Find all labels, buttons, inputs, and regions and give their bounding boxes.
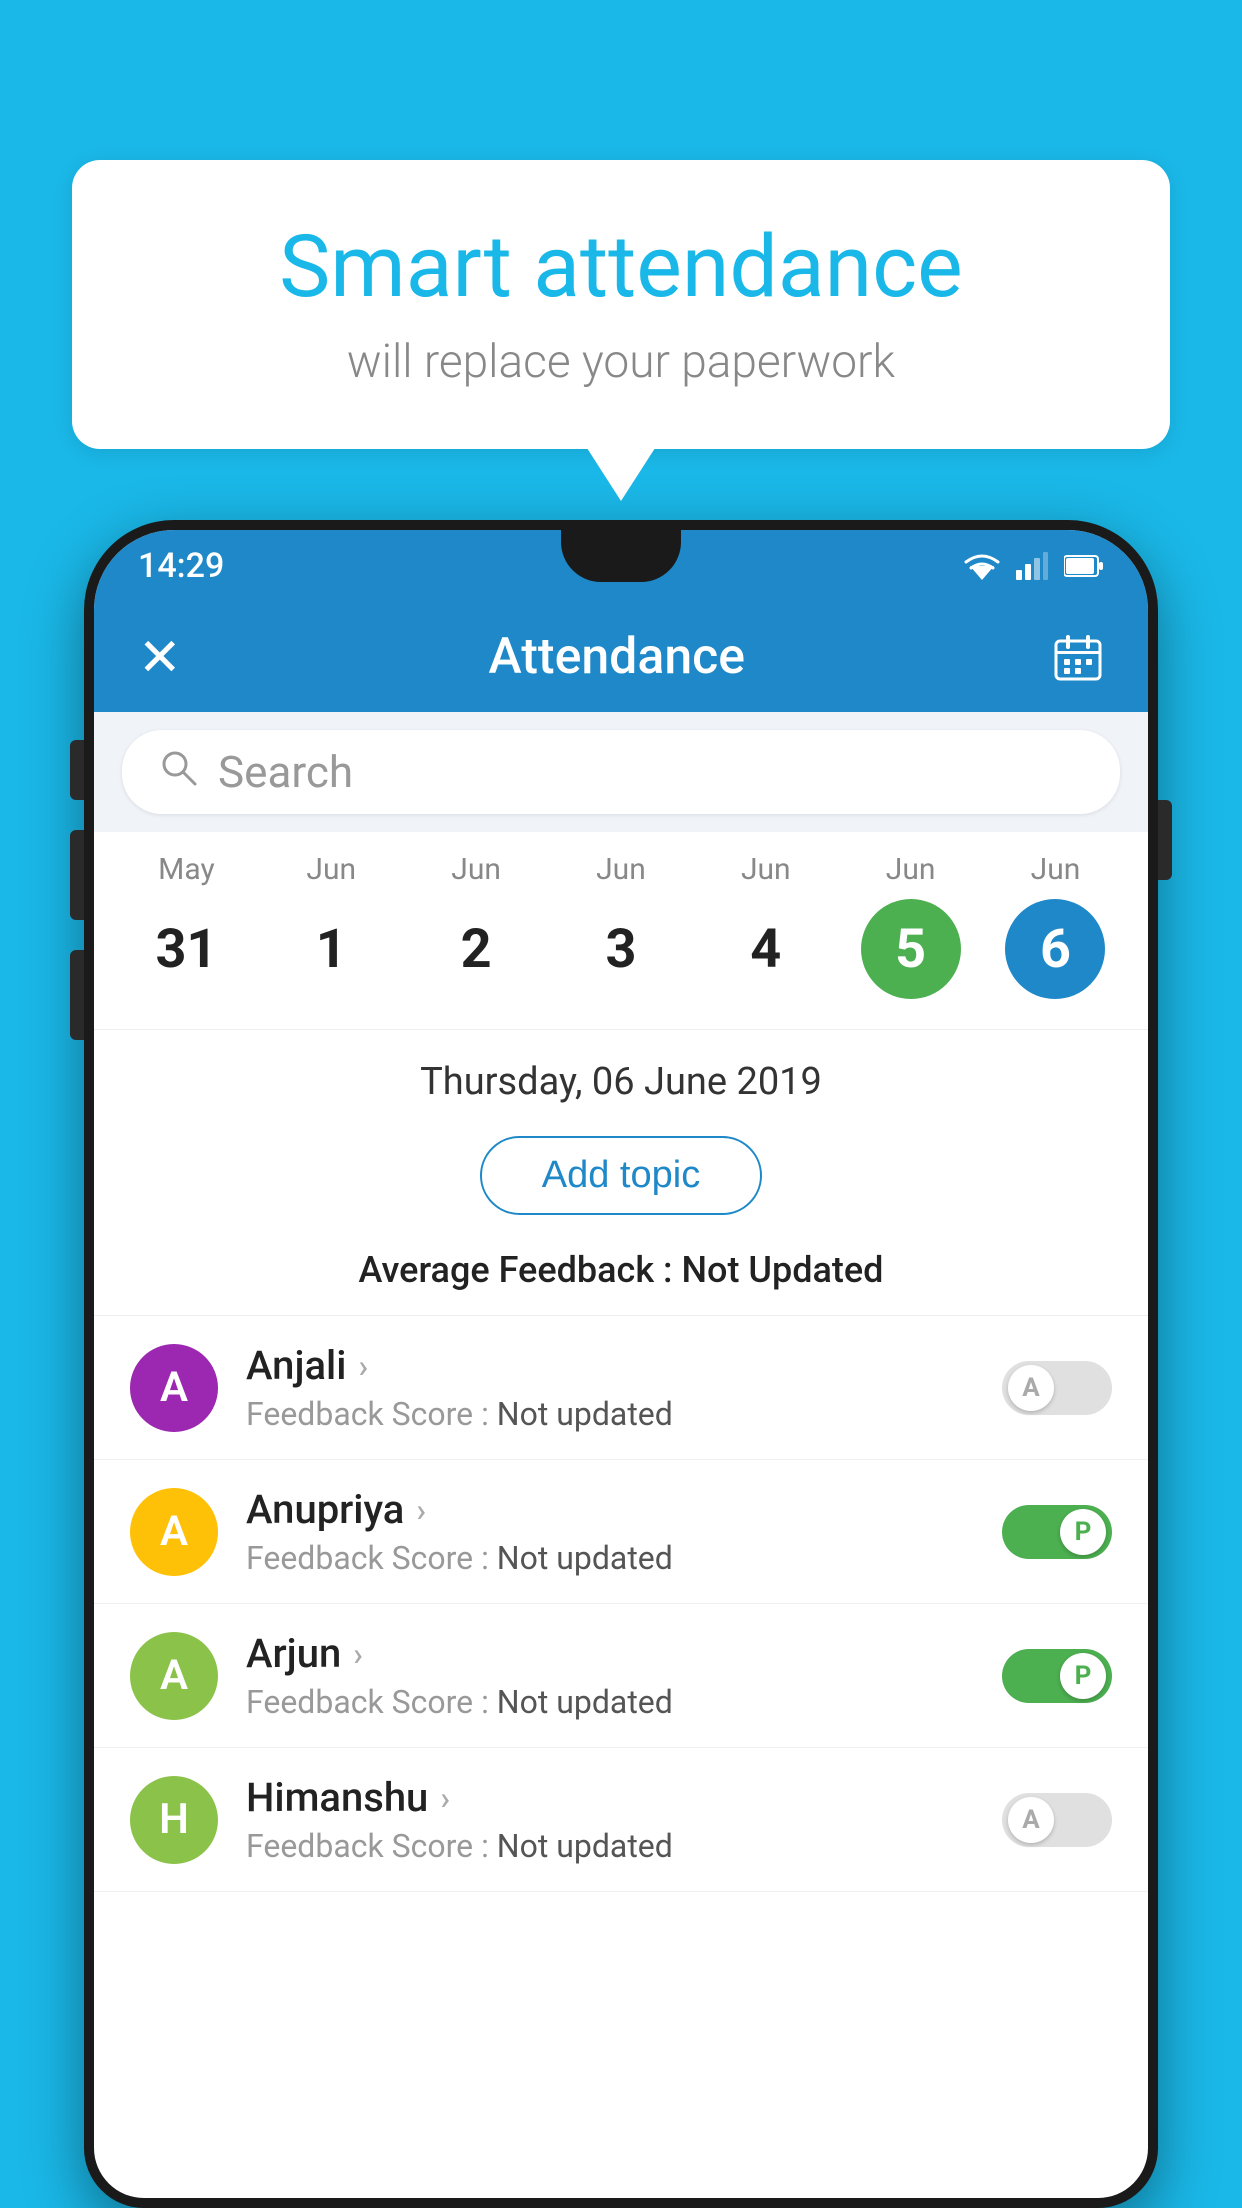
search-bar[interactable]: Search: [122, 730, 1120, 814]
toggle-knob: P: [1060, 1653, 1106, 1699]
attendance-toggle[interactable]: P: [1002, 1649, 1112, 1703]
signal-icon: [1016, 552, 1048, 580]
power-button: [70, 740, 84, 800]
toggle-knob: A: [1008, 1365, 1054, 1411]
average-feedback: Average Feedback : Not Updated: [94, 1239, 1148, 1316]
speech-bubble-container: Smart attendance will replace your paper…: [72, 160, 1170, 449]
cal-month-label: Jun: [306, 852, 356, 887]
cal-month-label: May: [158, 852, 214, 887]
avg-feedback-value: Not Updated: [682, 1249, 884, 1291]
chevron-icon: ›: [416, 1491, 426, 1529]
cal-month-label: Jun: [1031, 852, 1081, 887]
feedback-score: Feedback Score : Not updated: [246, 1683, 974, 1721]
cal-date-number: 6: [1005, 899, 1105, 999]
chevron-icon: ›: [353, 1635, 363, 1673]
student-info: Anupriya › Feedback Score : Not updated: [246, 1486, 974, 1577]
cal-month-label: Jun: [886, 852, 936, 887]
cal-date-number: 3: [571, 899, 671, 999]
student-info: Himanshu › Feedback Score : Not updated: [246, 1774, 974, 1865]
search-icon: [158, 746, 198, 798]
search-bar-container: Search: [94, 712, 1148, 832]
feedback-score: Feedback Score : Not updated: [246, 1827, 974, 1865]
calendar-day[interactable]: Jun 6: [990, 852, 1120, 999]
add-topic-container: Add topic: [94, 1120, 1148, 1239]
battery-icon: [1064, 554, 1104, 578]
volume-down-button: [70, 950, 84, 1040]
bubble-subtitle: will replace your paperwork: [152, 335, 1090, 389]
attendance-toggle[interactable]: A: [1002, 1361, 1112, 1415]
phone-screen: 14:29: [94, 530, 1148, 2198]
status-time: 14:29: [138, 546, 224, 586]
speech-bubble: Smart attendance will replace your paper…: [72, 160, 1170, 449]
chevron-icon: ›: [440, 1779, 450, 1817]
add-topic-button[interactable]: Add topic: [480, 1136, 762, 1215]
calendar-day[interactable]: Jun 1: [266, 852, 396, 999]
chevron-icon: ›: [358, 1347, 368, 1385]
avatar: A: [130, 1632, 218, 1720]
avg-feedback-label: Average Feedback :: [359, 1249, 682, 1291]
cal-month-label: Jun: [596, 852, 646, 887]
attendance-toggle[interactable]: A: [1002, 1793, 1112, 1847]
student-item[interactable]: A Anjali › Feedback Score : Not updated A: [94, 1316, 1148, 1460]
calendar-day[interactable]: May 31: [121, 852, 251, 999]
cal-date-number: 4: [716, 899, 816, 999]
student-info: Arjun › Feedback Score : Not updated: [246, 1630, 974, 1721]
close-button[interactable]: ✕: [138, 627, 182, 688]
calendar-day[interactable]: Jun 4: [701, 852, 831, 999]
student-name: Himanshu ›: [246, 1774, 974, 1821]
avatar: A: [130, 1488, 218, 1576]
cal-date-number: 5: [861, 899, 961, 999]
student-item[interactable]: A Arjun › Feedback Score : Not updated P: [94, 1604, 1148, 1748]
cal-date-number: 1: [281, 899, 381, 999]
cal-date-number: 2: [426, 899, 526, 999]
student-list: AAnjali ›Feedback Score : Not updatedAAA…: [94, 1316, 1148, 1892]
bubble-title: Smart attendance: [152, 220, 1090, 315]
app-bar: ✕ Attendance: [94, 602, 1148, 712]
toggle-knob: P: [1060, 1509, 1106, 1555]
toggle-knob: A: [1008, 1797, 1054, 1843]
feedback-score: Feedback Score : Not updated: [246, 1395, 974, 1433]
cal-month-label: Jun: [451, 852, 501, 887]
status-icons: [964, 552, 1104, 580]
calendar-day[interactable]: Jun 5: [846, 852, 976, 999]
app-title: Attendance: [489, 628, 746, 686]
status-bar: 14:29: [94, 530, 1148, 602]
avatar: A: [130, 1344, 218, 1432]
student-item[interactable]: A Anupriya › Feedback Score : Not updated P: [94, 1460, 1148, 1604]
calendar-day[interactable]: Jun 2: [411, 852, 541, 999]
calendar-day[interactable]: Jun 3: [556, 852, 686, 999]
search-placeholder: Search: [218, 746, 353, 798]
wifi-icon: [964, 552, 1000, 580]
selected-date: Thursday, 06 June 2019: [94, 1030, 1148, 1120]
avatar: H: [130, 1776, 218, 1864]
volume-button-right: [1158, 800, 1172, 880]
student-item[interactable]: H Himanshu › Feedback Score : Not updated A: [94, 1748, 1148, 1892]
phone-frame: 14:29: [84, 520, 1158, 2208]
student-info: Anjali › Feedback Score : Not updated: [246, 1342, 974, 1433]
student-name: Anjali ›: [246, 1342, 974, 1389]
attendance-toggle[interactable]: P: [1002, 1505, 1112, 1559]
notch: [561, 530, 681, 582]
volume-up-button: [70, 830, 84, 920]
student-name: Arjun ›: [246, 1630, 974, 1677]
calendar-strip: May 31 Jun 1 Jun 2 Jun 3 Jun 4 Jun 5 Jun 6: [94, 832, 1148, 1030]
cal-date-number: 31: [136, 899, 236, 999]
feedback-score: Feedback Score : Not updated: [246, 1539, 974, 1577]
calendar-icon[interactable]: [1052, 631, 1104, 683]
cal-month-label: Jun: [741, 852, 791, 887]
student-name: Anupriya ›: [246, 1486, 974, 1533]
